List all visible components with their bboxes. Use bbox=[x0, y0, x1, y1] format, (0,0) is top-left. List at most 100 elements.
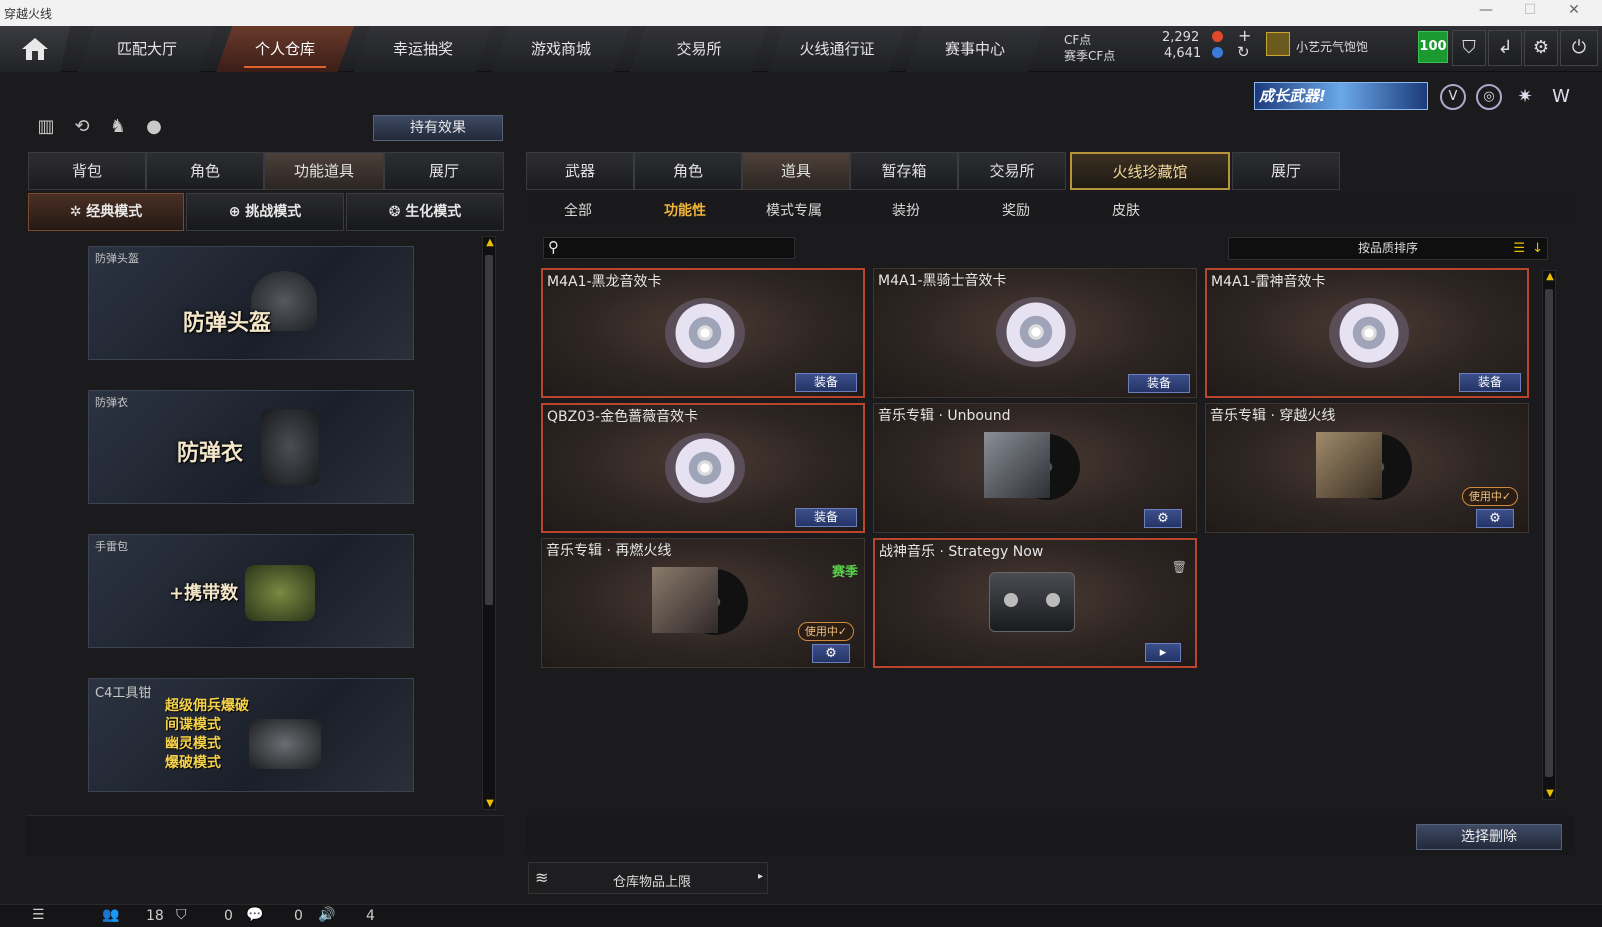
slot-helmet[interactable]: 防弹头盔 防弹头盔 bbox=[88, 246, 414, 360]
scroll-up-icon[interactable]: ▲ bbox=[483, 237, 497, 248]
gear-icon[interactable]: ⚙ bbox=[1524, 30, 1558, 66]
rank-badge-icon[interactable]: V bbox=[1440, 84, 1466, 110]
sort-dropdown[interactable]: 按品质排序 ☰ ↓ bbox=[1228, 237, 1548, 260]
expand-arrow-icon[interactable]: ▸ bbox=[758, 871, 763, 882]
history-icon[interactable]: ⟲ bbox=[68, 116, 96, 142]
right-tab-collection[interactable]: 火线珍藏馆 bbox=[1070, 152, 1230, 190]
settings-gear-button[interactable]: ⚙ bbox=[1476, 509, 1514, 528]
grenade-icon[interactable]: ● bbox=[140, 116, 168, 142]
mode-tab-classic[interactable]: ✲ 经典模式 bbox=[28, 193, 184, 231]
friends-icon[interactable]: 👥 bbox=[102, 907, 119, 923]
subtab-skins[interactable]: 皮肤 bbox=[1112, 200, 1140, 220]
chat-icon[interactable]: 💬 bbox=[246, 907, 263, 923]
equip-button[interactable]: 装备 bbox=[1128, 374, 1190, 393]
guild-icon[interactable]: ⛉ bbox=[176, 907, 187, 923]
equip-button[interactable]: 装备 bbox=[795, 373, 857, 392]
nav-tab-game-shop[interactable]: 游戏商城 bbox=[492, 26, 630, 72]
settings-gear-button[interactable]: ⚙ bbox=[812, 644, 850, 663]
storage-capacity-box[interactable]: ≋ 仓库物品上限 ▸ bbox=[528, 862, 768, 894]
scroll-thumb[interactable] bbox=[485, 255, 493, 605]
right-tab-exchange[interactable]: 交易所 bbox=[958, 152, 1066, 190]
home-button[interactable] bbox=[0, 26, 70, 72]
nav-tab-lucky-draw[interactable]: 幸运抽奖 bbox=[354, 26, 492, 72]
minimize-icon[interactable]: — bbox=[1464, 2, 1508, 18]
subtab-appearance[interactable]: 装扮 bbox=[892, 200, 920, 220]
item-name: M4A1-雷神音效卡 bbox=[1211, 274, 1326, 290]
item-card[interactable]: M4A1-黑骑士音效卡 装备 bbox=[873, 268, 1197, 398]
right-tab-weapons[interactable]: 武器 bbox=[526, 152, 634, 190]
music-disc-icon bbox=[996, 297, 1076, 367]
item-card[interactable]: 音乐专辑 · Unbound ⚙ bbox=[873, 403, 1197, 533]
right-scrollbar[interactable]: ▲ ▼ bbox=[1542, 270, 1556, 800]
slot-c4-pliers[interactable]: C4工具钳 超级佣兵爆破 间谍模式 幽灵模式 爆破模式 bbox=[88, 678, 414, 792]
equip-button[interactable]: 装备 bbox=[1459, 373, 1521, 392]
album-icon bbox=[652, 567, 752, 635]
item-card[interactable]: M4A1-雷神音效卡 装备 bbox=[1205, 268, 1529, 398]
menu-list-icon[interactable]: ☰ bbox=[32, 907, 45, 923]
left-tab-functional-items[interactable]: 功能道具 bbox=[264, 152, 384, 190]
volume-icon[interactable]: 🔊 bbox=[318, 907, 335, 923]
search-box[interactable]: ⚲ bbox=[543, 237, 795, 259]
right-tab-storage-box[interactable]: 暂存箱 bbox=[850, 152, 958, 190]
right-tab-showroom[interactable]: 展厅 bbox=[1232, 152, 1340, 190]
globe-icon[interactable]: ◎ bbox=[1476, 84, 1502, 110]
equip-button[interactable]: 装备 bbox=[795, 508, 857, 527]
scroll-down-icon[interactable]: ▼ bbox=[483, 798, 497, 809]
left-scrollbar[interactable]: ▲ ▼ bbox=[482, 236, 496, 810]
scroll-up-icon[interactable]: ▲ bbox=[1543, 271, 1557, 282]
slot-vest[interactable]: 防弹衣 防弹衣 bbox=[88, 390, 414, 504]
refresh-icon[interactable]: ↻ bbox=[1237, 43, 1250, 61]
settings-gear-button[interactable]: ⚙ bbox=[1144, 509, 1182, 528]
item-card[interactable]: 战神音乐 · Strategy Now 🗑 ▸ bbox=[873, 538, 1197, 668]
cf-points-value: 2,292 bbox=[1162, 30, 1200, 45]
character-icon[interactable]: ♞ bbox=[104, 116, 132, 142]
item-card[interactable]: 音乐专辑 · 再燃火线 赛季 使用中✓ ⚙ bbox=[541, 538, 865, 668]
level-badge[interactable]: 100 bbox=[1418, 31, 1448, 63]
left-tab-backpack[interactable]: 背包 bbox=[28, 152, 146, 190]
power-icon[interactable]: ⏻ bbox=[1560, 30, 1598, 66]
left-bottom-bar bbox=[26, 815, 504, 855]
left-tab-character[interactable]: 角色 bbox=[146, 152, 264, 190]
nav-tab-personal-storage[interactable]: 个人仓库 bbox=[216, 26, 354, 72]
music-disc-icon bbox=[665, 298, 745, 368]
search-input[interactable] bbox=[568, 240, 790, 256]
sort-arrow-icon[interactable]: ↓ bbox=[1532, 238, 1543, 259]
item-card[interactable]: 音乐专辑 · 穿越火线 使用中✓ ⚙ bbox=[1205, 403, 1529, 533]
username[interactable]: 小艺元气饱饱 bbox=[1296, 38, 1368, 55]
window-title: 穿越火线 bbox=[4, 7, 53, 21]
maximize-icon[interactable]: ☐ bbox=[1508, 2, 1552, 18]
nav-tab-exchange[interactable]: 交易所 bbox=[630, 26, 768, 72]
item-card[interactable]: QBZ03-金色蔷薇音效卡 装备 bbox=[541, 403, 865, 533]
nav-tab-event-center[interactable]: 赛事中心 bbox=[906, 26, 1044, 72]
mode-tab-zombie-label: 生化模式 bbox=[405, 204, 462, 220]
return-icon[interactable]: ↲ bbox=[1488, 30, 1522, 66]
subtab-functional[interactable]: 功能性 bbox=[664, 200, 706, 220]
select-delete-button[interactable]: 选择删除 bbox=[1416, 824, 1562, 850]
nav-tab-battle-pass[interactable]: 火线通行证 bbox=[768, 26, 906, 72]
avatar[interactable] bbox=[1266, 32, 1290, 56]
item-card[interactable]: M4A1-黑龙音效卡 装备 bbox=[541, 268, 865, 398]
star-icon[interactable]: ✷ bbox=[1512, 84, 1538, 110]
window-titlebar: 穿越火线 — ☐ ✕ bbox=[0, 0, 1602, 26]
left-tab-showroom[interactable]: 展厅 bbox=[384, 152, 504, 190]
mode-tab-zombie[interactable]: ❂ 生化模式 bbox=[346, 193, 504, 231]
slot-grenade-pack[interactable]: 手雷包 +携带数 bbox=[88, 534, 414, 648]
close-icon[interactable]: ✕ bbox=[1552, 2, 1596, 18]
list-view-icon[interactable]: ☰ bbox=[1513, 238, 1525, 259]
subtab-rewards[interactable]: 奖励 bbox=[1002, 200, 1030, 220]
hold-effect-button[interactable]: 持有效果 bbox=[373, 115, 503, 141]
nav-tab-match-hall[interactable]: 匹配大厅 bbox=[78, 26, 216, 72]
trash-icon[interactable]: 🗑 bbox=[1172, 560, 1187, 574]
subtab-all[interactable]: 全部 bbox=[564, 200, 592, 220]
stats-icon[interactable]: ▥ bbox=[32, 116, 60, 142]
scroll-thumb[interactable] bbox=[1545, 289, 1553, 777]
subtab-mode-exclusive[interactable]: 模式专属 bbox=[766, 200, 822, 220]
scroll-down-icon[interactable]: ▼ bbox=[1543, 788, 1557, 799]
mode-tab-challenge[interactable]: ⊕ 挑战模式 bbox=[186, 193, 344, 231]
right-tab-characters[interactable]: 角色 bbox=[634, 152, 742, 190]
shield-icon[interactable]: ⛉ bbox=[1452, 30, 1486, 66]
wing-icon[interactable]: W bbox=[1546, 84, 1576, 110]
growth-weapon-banner[interactable]: 成长武器! bbox=[1254, 82, 1428, 110]
right-tab-items[interactable]: 道具 bbox=[742, 152, 850, 190]
play-button[interactable]: ▸ bbox=[1145, 643, 1181, 662]
